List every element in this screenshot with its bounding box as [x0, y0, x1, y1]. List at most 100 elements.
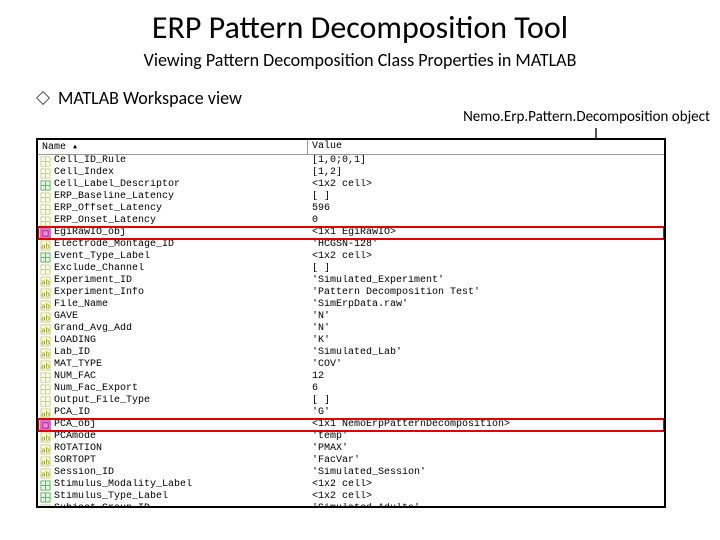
- row-value-cell[interactable]: [ ]: [308, 191, 664, 203]
- table-row[interactable]: abElectrode_Montage_ID'HCGSN-128': [38, 239, 664, 251]
- table-row[interactable]: abROTATION'PMAX': [38, 443, 664, 455]
- row-value-cell[interactable]: 'K': [308, 335, 664, 347]
- row-name-cell[interactable]: Cell_ID_Rule: [38, 155, 308, 167]
- column-header-value[interactable]: Value: [308, 140, 664, 154]
- row-name-cell[interactable]: abROTATION: [38, 443, 308, 455]
- row-value-cell[interactable]: 'Simulated_Experiment': [308, 275, 664, 287]
- table-row[interactable]: abMAT_TYPE'COV': [38, 359, 664, 371]
- row-name-cell[interactable]: abFile_Name: [38, 299, 308, 311]
- table-row[interactable]: ERP_Baseline_Latency[ ]: [38, 191, 664, 203]
- workspace-panel[interactable]: Name ▴ Value Cell_ID_Rule[1,0;0,1]Cell_I…: [36, 138, 666, 508]
- row-name-cell[interactable]: EgiRawIO_obj: [38, 227, 308, 239]
- row-value-cell[interactable]: 'G': [308, 407, 664, 419]
- row-name-cell[interactable]: abSubject_Group_ID: [38, 503, 308, 508]
- row-name-cell[interactable]: abGAVE: [38, 311, 308, 323]
- row-value-cell[interactable]: <1x1 NemoErpPatternDecomposition>: [308, 419, 664, 431]
- table-row[interactable]: Num_Fac_Export6: [38, 383, 664, 395]
- string-icon: ab: [40, 312, 51, 323]
- row-name-cell[interactable]: Cell_Label_Descriptor: [38, 179, 308, 191]
- row-value-cell[interactable]: [1,0;0,1]: [308, 155, 664, 167]
- row-value-cell[interactable]: <1x1 EgiRawIO>: [308, 227, 664, 239]
- table-row[interactable]: EgiRawIO_obj<1x1 EgiRawIO>: [38, 227, 664, 239]
- row-value-cell[interactable]: 12: [308, 371, 664, 383]
- row-value-cell[interactable]: [ ]: [308, 395, 664, 407]
- row-value-cell[interactable]: 0: [308, 215, 664, 227]
- row-value-cell[interactable]: 'Pattern Decomposition Test': [308, 287, 664, 299]
- table-row[interactable]: Output_File_Type[ ]: [38, 395, 664, 407]
- row-name-cell[interactable]: abLOADING: [38, 335, 308, 347]
- row-name-cell[interactable]: Num_Fac_Export: [38, 383, 308, 395]
- row-name-cell[interactable]: ERP_Offset_Latency: [38, 203, 308, 215]
- row-value-cell[interactable]: 596: [308, 203, 664, 215]
- table-row[interactable]: abExperiment_Info'Pattern Decomposition …: [38, 287, 664, 299]
- row-name-label: PCAmode: [54, 431, 96, 443]
- object-icon: [40, 228, 51, 239]
- row-value-cell[interactable]: 6: [308, 383, 664, 395]
- table-row[interactable]: abPCA_ID'G': [38, 407, 664, 419]
- table-row[interactable]: abSession_ID'Simulated_Session': [38, 467, 664, 479]
- row-name-cell[interactable]: abSORTOPT: [38, 455, 308, 467]
- row-value-cell[interactable]: <1x2 cell>: [308, 251, 664, 263]
- row-value-cell[interactable]: [ ]: [308, 263, 664, 275]
- row-name-cell[interactable]: Cell_Index: [38, 167, 308, 179]
- row-name-cell[interactable]: abElectrode_Montage_ID: [38, 239, 308, 251]
- row-name-cell[interactable]: abPCA_ID: [38, 407, 308, 419]
- row-name-cell[interactable]: ERP_Onset_Latency: [38, 215, 308, 227]
- row-value-cell[interactable]: 'SimErpData.raw': [308, 299, 664, 311]
- cell-icon: [40, 480, 51, 491]
- table-header[interactable]: Name ▴ Value: [38, 140, 664, 155]
- row-name-cell[interactable]: abExperiment_ID: [38, 275, 308, 287]
- table-row[interactable]: Cell_ID_Rule[1,0;0,1]: [38, 155, 664, 167]
- row-name-cell[interactable]: PCA_obj: [38, 419, 308, 431]
- table-row[interactable]: ERP_Onset_Latency0: [38, 215, 664, 227]
- table-row[interactable]: Exclude_Channel[ ]: [38, 263, 664, 275]
- row-value-cell[interactable]: 'HCGSN-128': [308, 239, 664, 251]
- row-value-cell[interactable]: 'N': [308, 311, 664, 323]
- row-value-cell[interactable]: 'FacVar': [308, 455, 664, 467]
- table-row[interactable]: Stimulus_Modality_Label<1x2 cell>: [38, 479, 664, 491]
- row-name-cell[interactable]: Stimulus_Modality_Label: [38, 479, 308, 491]
- row-name-cell[interactable]: ERP_Baseline_Latency: [38, 191, 308, 203]
- row-value-cell[interactable]: 'Simulated_Lab': [308, 347, 664, 359]
- table-row[interactable]: Cell_Label_Descriptor<1x2 cell>: [38, 179, 664, 191]
- row-name-cell[interactable]: Output_File_Type: [38, 395, 308, 407]
- table-row[interactable]: abPCAmode'temp': [38, 431, 664, 443]
- table-row[interactable]: abSORTOPT'FacVar': [38, 455, 664, 467]
- row-name-cell[interactable]: Exclude_Channel: [38, 263, 308, 275]
- row-name-cell[interactable]: abLab_ID: [38, 347, 308, 359]
- row-name-cell[interactable]: abExperiment_Info: [38, 287, 308, 299]
- table-row[interactable]: abFile_Name'SimErpData.raw': [38, 299, 664, 311]
- row-name-cell[interactable]: NUM_FAC: [38, 371, 308, 383]
- cell-icon: [40, 252, 51, 263]
- table-row[interactable]: abGAVE'N': [38, 311, 664, 323]
- row-name-cell[interactable]: abPCAmode: [38, 431, 308, 443]
- table-row[interactable]: NUM_FAC12: [38, 371, 664, 383]
- table-row[interactable]: abExperiment_ID'Simulated_Experiment': [38, 275, 664, 287]
- table-row[interactable]: Stimulus_Type_Label<1x2 cell>: [38, 491, 664, 503]
- row-value-cell[interactable]: <1x2 cell>: [308, 491, 664, 503]
- row-name-cell[interactable]: Event_Type_Label: [38, 251, 308, 263]
- table-row[interactable]: Cell_Index[1,2]: [38, 167, 664, 179]
- table-row[interactable]: abSubject_Group_ID'Simulated_Adults': [38, 503, 664, 508]
- row-name-cell[interactable]: abMAT_TYPE: [38, 359, 308, 371]
- row-name-cell[interactable]: Stimulus_Type_Label: [38, 491, 308, 503]
- row-value-cell[interactable]: 'COV': [308, 359, 664, 371]
- row-value-cell[interactable]: 'Simulated_Adults': [308, 503, 664, 508]
- row-value-cell[interactable]: <1x2 cell>: [308, 179, 664, 191]
- row-value-cell[interactable]: [1,2]: [308, 167, 664, 179]
- table-row[interactable]: abLab_ID'Simulated_Lab': [38, 347, 664, 359]
- row-value-cell[interactable]: <1x2 cell>: [308, 479, 664, 491]
- table-row[interactable]: PCA_obj<1x1 NemoErpPatternDecomposition>: [38, 419, 664, 431]
- table-row[interactable]: ERP_Offset_Latency596: [38, 203, 664, 215]
- row-name-cell[interactable]: abSession_ID: [38, 467, 308, 479]
- row-value-cell[interactable]: 'PMAX': [308, 443, 664, 455]
- table-row[interactable]: abLOADING'K': [38, 335, 664, 347]
- row-value-cell[interactable]: 'Simulated_Session': [308, 467, 664, 479]
- row-value-cell[interactable]: 'temp': [308, 431, 664, 443]
- column-header-name[interactable]: Name ▴: [38, 140, 308, 154]
- row-value-cell[interactable]: 'N': [308, 323, 664, 335]
- string-icon: ab: [40, 348, 51, 359]
- row-name-cell[interactable]: abGrand_Avg_Add: [38, 323, 308, 335]
- table-row[interactable]: Event_Type_Label<1x2 cell>: [38, 251, 664, 263]
- table-row[interactable]: abGrand_Avg_Add'N': [38, 323, 664, 335]
